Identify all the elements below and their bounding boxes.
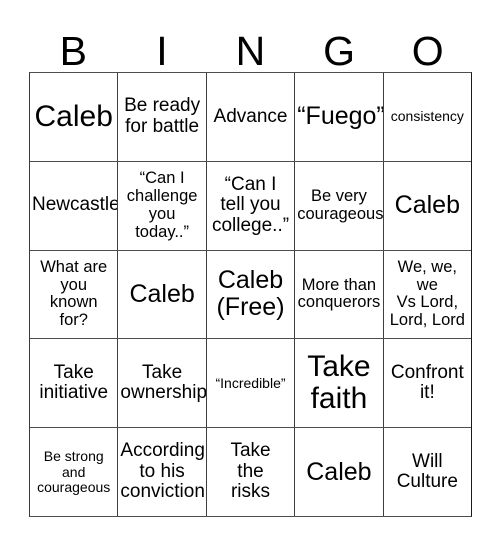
bingo-cell-label: Be ready for battle [124, 95, 201, 137]
bingo-header-letter-i: I [156, 28, 168, 74]
bingo-header-letter-b: B [59, 28, 87, 74]
bingo-cell[interactable]: “Can I challenge you today..” [118, 161, 207, 250]
bingo-header-letter-n: N [235, 28, 266, 74]
bingo-cell-label: consistency [390, 108, 464, 125]
bingo-header-letter-g: G [323, 28, 356, 74]
bingo-cell[interactable]: Caleb [30, 73, 119, 161]
bingo-cell[interactable]: Take the risks [207, 428, 296, 516]
bingo-cell-label: What are you known for? [40, 257, 108, 330]
bingo-cell[interactable]: “Incredible” [207, 339, 296, 428]
bingo-cell-label: Be very courageous [297, 186, 384, 223]
bingo-cell-label: According to his conviction [120, 440, 205, 503]
bingo-cell[interactable]: Take ownership [118, 339, 207, 428]
bingo-cell-label: Newcastle [32, 194, 119, 216]
bingo-cell-label: “Incredible” [215, 374, 286, 391]
bingo-cell-label: Caleb [306, 457, 372, 486]
bingo-cell[interactable]: Will Culture [384, 428, 471, 516]
bingo-cell[interactable]: Take initiative [30, 339, 119, 428]
bingo-cell[interactable]: “Fuego” [295, 73, 384, 161]
bingo-cell-label: Be strong and courageous [37, 448, 111, 495]
bingo-cell-label: Caleb [129, 279, 195, 308]
bingo-cell[interactable]: “Can I tell you college..” [207, 161, 296, 250]
bingo-cell[interactable]: consistency [384, 73, 471, 161]
bingo-cell[interactable]: Caleb [384, 162, 471, 250]
bingo-cell[interactable]: According to his conviction [118, 428, 207, 516]
bingo-cell-label: “Fuego” [297, 102, 384, 131]
bingo-cell[interactable]: Be very courageous [295, 161, 384, 250]
bingo-cell[interactable]: Caleb [295, 428, 384, 516]
bingo-cell-label: Caleb (Free) [216, 266, 285, 322]
bingo-row: Newcastle “Can I challenge you today..” … [30, 161, 471, 251]
bingo-cell-label: Take initiative [39, 361, 109, 404]
bingo-cell[interactable]: Take faith [295, 339, 384, 428]
bingo-cell-label: Take faith [307, 349, 371, 416]
bingo-cell[interactable]: Be ready for battle [118, 73, 207, 161]
bingo-row: What are you known for? Caleb Caleb (Fre… [30, 250, 471, 340]
bingo-cell[interactable]: Newcastle [30, 161, 119, 250]
bingo-cell[interactable]: What are you known for? [30, 250, 119, 339]
bingo-cell-label: Advance [213, 105, 288, 127]
bingo-cell-label: Caleb [394, 191, 460, 220]
bingo-cell[interactable]: We, we, we Vs Lord, Lord, Lord [384, 251, 471, 339]
bingo-cell-label: “Can I challenge you today..” [126, 169, 198, 241]
bingo-row: Caleb Be ready for battle Advance “Fuego… [30, 73, 471, 162]
bingo-cell-label: “Can I tell you college..” [211, 173, 290, 236]
bingo-grid: Caleb Be ready for battle Advance “Fuego… [29, 72, 472, 517]
bingo-row: Be strong and courageous According to hi… [30, 428, 471, 516]
bingo-cell-label: Caleb [34, 99, 113, 133]
bingo-header-letter-o: O [411, 28, 444, 74]
bingo-cell-label: Take the risks [230, 440, 271, 503]
bingo-cell-label: More than conquerors [297, 275, 381, 312]
bingo-cell[interactable]: Confront it! [384, 339, 471, 427]
bingo-card: B I N G O Caleb Be ready for battle Adva… [0, 0, 500, 544]
bingo-row: Take initiative Take ownership “Incredib… [30, 339, 471, 429]
bingo-cell[interactable]: Be strong and courageous [30, 428, 119, 516]
bingo-header: B I N G O [29, 16, 472, 72]
bingo-cell[interactable]: Caleb [118, 250, 207, 339]
bingo-cell-free-space[interactable]: Caleb (Free) [207, 250, 296, 339]
bingo-cell[interactable]: Advance [207, 73, 296, 161]
bingo-cell[interactable]: More than conquerors [295, 250, 384, 339]
bingo-cell-label: Confront it! [390, 361, 464, 404]
bingo-cell-label: We, we, we Vs Lord, Lord, Lord [389, 257, 465, 330]
bingo-cell-label: Take ownership [120, 361, 207, 404]
bingo-cell-label: Will Culture [396, 450, 458, 493]
